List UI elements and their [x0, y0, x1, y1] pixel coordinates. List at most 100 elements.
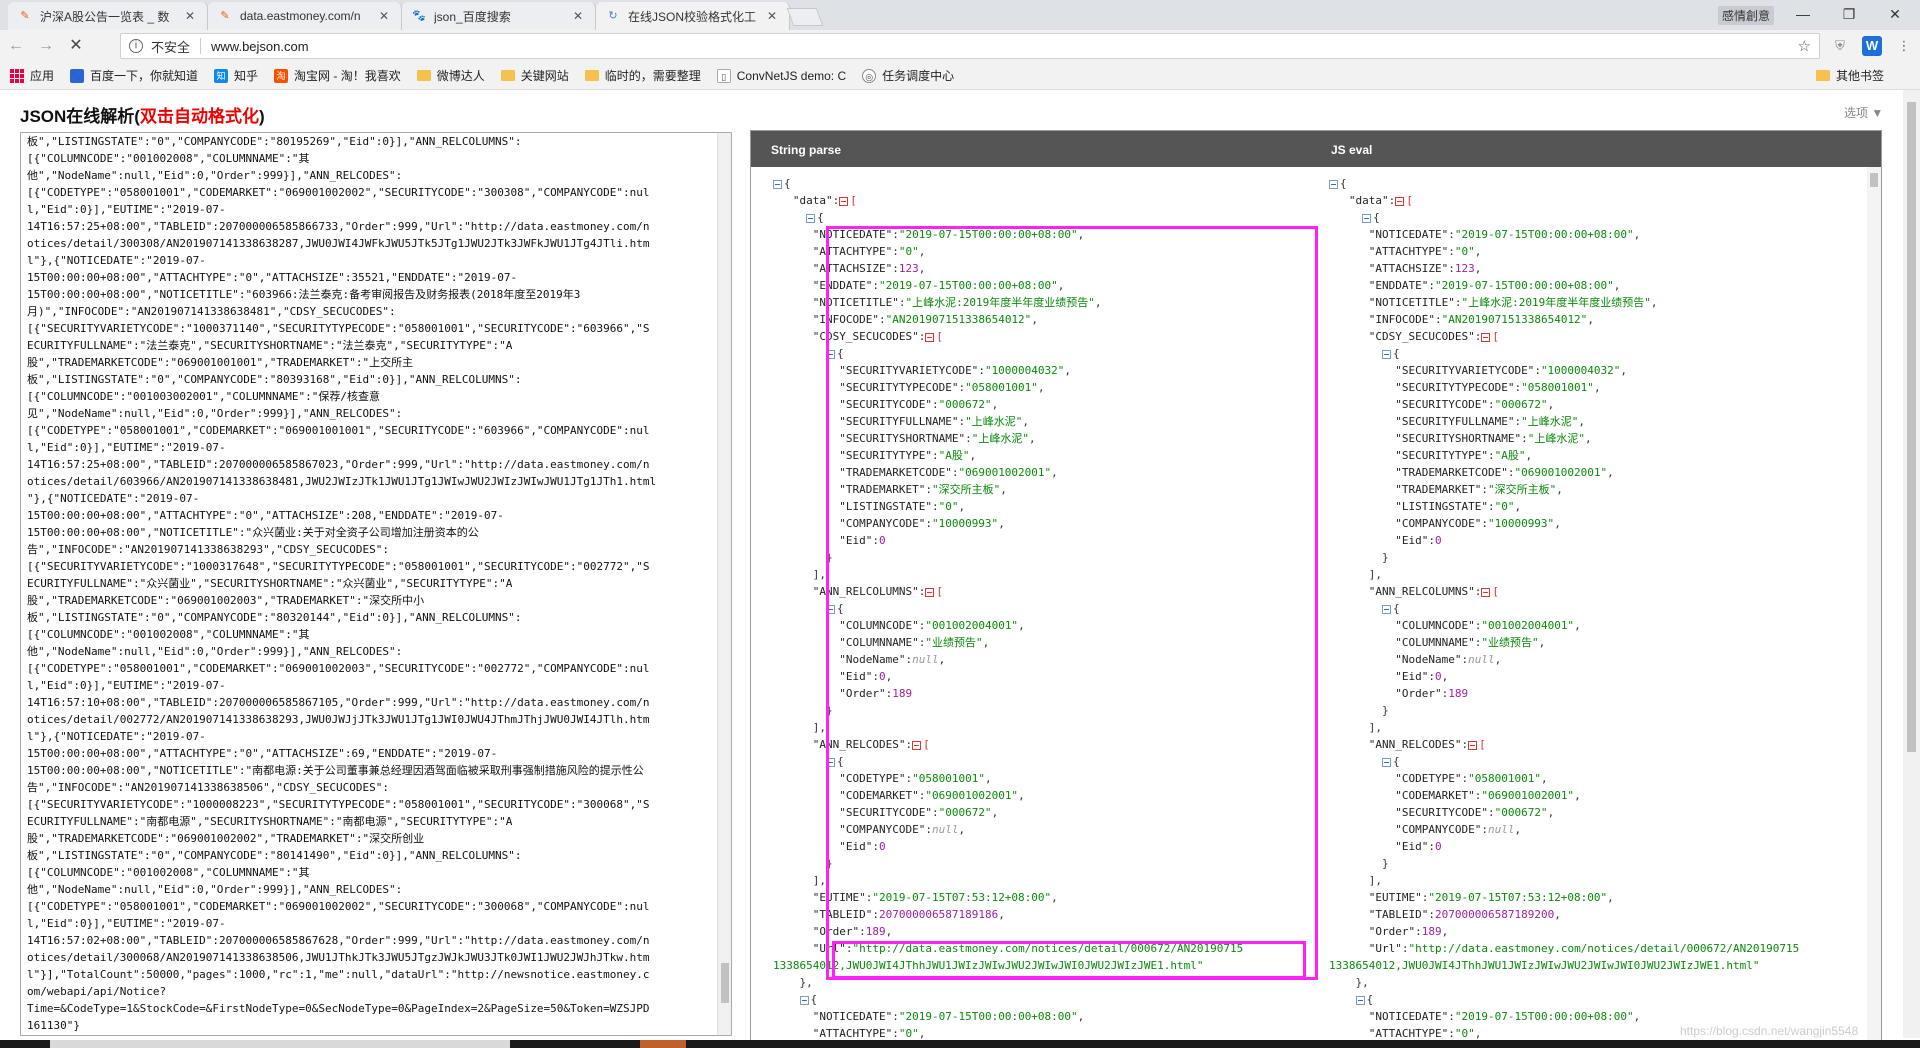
value-columncode: "001002004001" — [925, 619, 1019, 632]
value-tableid: 207000006587189186 — [878, 908, 999, 921]
value-nodename: null — [1468, 653, 1495, 666]
new-tab-button[interactable] — [786, 8, 824, 26]
value-securitycode: "000672" — [938, 398, 992, 411]
browser-tab-1[interactable]: ✎ 沪深A股公告一览表 _ 数 ✕ — [8, 2, 208, 30]
raw-json-text[interactable]: 板","LISTINGSTATE":"0","COMPANYCODE":"801… — [27, 133, 717, 1034]
collapse-toggle-icon[interactable] — [799, 995, 809, 1005]
collapse-toggle-icon[interactable] — [825, 349, 835, 359]
collapse-toggle-icon[interactable] — [925, 587, 935, 597]
value-noticetitle: "上峰水泥:2019年度半年度业绩预告" — [1461, 296, 1651, 309]
bookmark-convnetjs[interactable]: ▯ ConvNetJS demo: C — [716, 68, 846, 83]
taskbar-item[interactable] — [640, 1040, 686, 1048]
bookmark-baidu[interactable]: 🐾 百度一下，你就知道 — [70, 67, 198, 84]
browser-tab-4-active[interactable]: ↻ 在线JSON校验格式化工 ✕ — [596, 2, 790, 30]
tab-title: 沪深A股公告一览表 _ 数 — [40, 9, 170, 24]
address-bar[interactable]: i 不安全 www.bejson.com ☆ — [120, 33, 1820, 59]
watermark-text: https://blog.csdn.net/wangjin5548 — [1680, 1024, 1859, 1038]
url-text[interactable]: www.bejson.com — [211, 39, 309, 54]
collapse-toggle-icon[interactable] — [806, 213, 816, 223]
collapse-toggle-icon[interactable] — [1381, 757, 1391, 767]
options-dropdown[interactable]: 选项 ▼ — [1844, 104, 1883, 121]
js-eval-header: JS eval — [1331, 143, 1373, 157]
bookmark-folder-weibo[interactable]: 微博达人 — [416, 67, 485, 84]
value-attachsize: 123 — [1454, 262, 1475, 275]
collapse-toggle-icon[interactable] — [825, 604, 835, 614]
collapse-toggle-icon[interactable] — [1481, 587, 1491, 597]
collapse-toggle-icon[interactable] — [925, 332, 935, 342]
folder-icon — [416, 70, 431, 81]
bookmark-zhihu[interactable]: 知 知乎 — [214, 67, 258, 84]
close-icon[interactable]: ✕ — [183, 9, 197, 23]
value-noticedate: "2019-07-15T00:00:00+08:00" — [898, 228, 1078, 241]
browser-tab-2[interactable]: ✎ data.eastmoney.com/n ✕ — [208, 2, 402, 30]
tab-title: 在线JSON校验格式化工 — [628, 9, 757, 24]
minimize-button[interactable]: — — [1780, 0, 1826, 30]
security-label[interactable]: 不安全 — [151, 37, 190, 56]
title-end: ) — [258, 107, 265, 126]
page-icon: ▯ — [716, 68, 731, 83]
value-eid: 0 — [878, 840, 886, 853]
info-icon[interactable]: i — [129, 39, 143, 53]
collapse-toggle-icon[interactable] — [912, 740, 922, 750]
scrollbar-thumb[interactable] — [721, 963, 729, 1003]
scrollbar-thumb[interactable] — [1870, 173, 1878, 187]
collapse-toggle-icon[interactable] — [1355, 995, 1365, 1005]
value-attachsize: 123 — [898, 262, 919, 275]
value-trademarketcode: "069001002001" — [1514, 466, 1608, 479]
value-securityshortname: "上峰水泥" — [1527, 432, 1585, 445]
restore-button[interactable]: ❐ — [1826, 0, 1872, 30]
value-attachtype: "0" — [1454, 245, 1475, 258]
close-icon[interactable]: ✕ — [377, 9, 391, 23]
bookmark-apps[interactable]: 应用 — [10, 67, 54, 84]
collapse-toggle-icon[interactable] — [1481, 332, 1491, 342]
value-url-line2: 1338654012,JWU0JWI4JThhJWU1JWIzJWIwJWU2J… — [1329, 959, 1760, 972]
scrollbar-thumb[interactable] — [1907, 102, 1916, 752]
collapse-toggle-icon[interactable] — [1381, 349, 1391, 359]
loading-icon: ↻ — [608, 10, 618, 22]
value-url-line2: 1338654012,JWU0JWI4JThhJWU1JWIzJWIwJWU2J… — [773, 959, 1204, 972]
value-securitytypecode: "058001001" — [1521, 381, 1594, 394]
value-companycode: null — [1487, 823, 1515, 836]
collapse-toggle-icon[interactable] — [1362, 213, 1372, 223]
stop-loading-icon[interactable]: ✕ — [66, 36, 86, 56]
extension-shield-icon[interactable]: ⛨ — [1830, 36, 1850, 56]
value-listingstate: "0" — [1494, 500, 1515, 513]
collapse-toggle-icon[interactable] — [825, 757, 835, 767]
bookmark-folder-temp[interactable]: 临时的，需要整理 — [584, 67, 701, 84]
tree-view-scrollbar[interactable] — [1867, 167, 1881, 1047]
value-securitytype: "A股" — [938, 449, 970, 462]
browser-tab-3[interactable]: 🐾 json_百度搜索 ✕ — [402, 2, 596, 30]
bookmark-star-icon[interactable]: ☆ — [1798, 37, 1811, 55]
bookmark-other[interactable]: 其他书签 — [1815, 67, 1884, 84]
extension-w-icon[interactable]: W — [1862, 36, 1882, 56]
collapse-toggle-icon[interactable] — [1395, 196, 1405, 206]
value-noticedate: "2019-07-15T00:00:00+08:00" — [1454, 1010, 1634, 1023]
json-input-textarea[interactable]: 板","LISTINGSTATE":"0","COMPANYCODE":"801… — [20, 132, 732, 1036]
close-window-button[interactable]: ✕ — [1872, 0, 1918, 30]
page-scrollbar[interactable] — [1903, 90, 1920, 1038]
value-eid: 0 — [1434, 534, 1442, 547]
back-icon[interactable]: ← — [6, 36, 26, 56]
eastmoney-icon: ✎ — [20, 10, 30, 22]
bookmark-scheduler[interactable]: ◎ 任务调度中心 — [862, 67, 954, 84]
taskbar-item[interactable] — [50, 1040, 510, 1048]
bookmark-taobao[interactable]: 淘 淘宝网 - 淘！我喜欢 — [274, 67, 401, 84]
textarea-scrollbar[interactable] — [717, 133, 731, 1035]
collapse-toggle-icon[interactable] — [1468, 740, 1478, 750]
collapse-toggle-icon[interactable] — [773, 179, 782, 189]
close-icon[interactable]: ✕ — [765, 9, 779, 23]
collapse-toggle-icon[interactable] — [839, 196, 849, 206]
profile-name[interactable]: 感情創意 — [1718, 6, 1775, 25]
bookmark-folder-key-sites[interactable]: 关键网站 — [500, 67, 569, 84]
collapse-toggle-icon[interactable] — [1329, 179, 1338, 189]
collapse-toggle-icon[interactable] — [1381, 604, 1391, 614]
folder-icon — [500, 70, 515, 81]
menu-icon[interactable]: ⋮ — [1894, 36, 1914, 56]
forward-icon[interactable]: → — [36, 36, 56, 56]
value-noticedate: "2019-07-15T00:00:00+08:00" — [898, 1010, 1078, 1023]
value-order: 189 — [1421, 925, 1442, 938]
value-companycode: "10000993" — [1487, 517, 1555, 530]
close-icon[interactable]: ✕ — [571, 9, 585, 23]
title-highlight: 双击自动格式化 — [139, 107, 259, 126]
value-companycode: null — [931, 823, 959, 836]
